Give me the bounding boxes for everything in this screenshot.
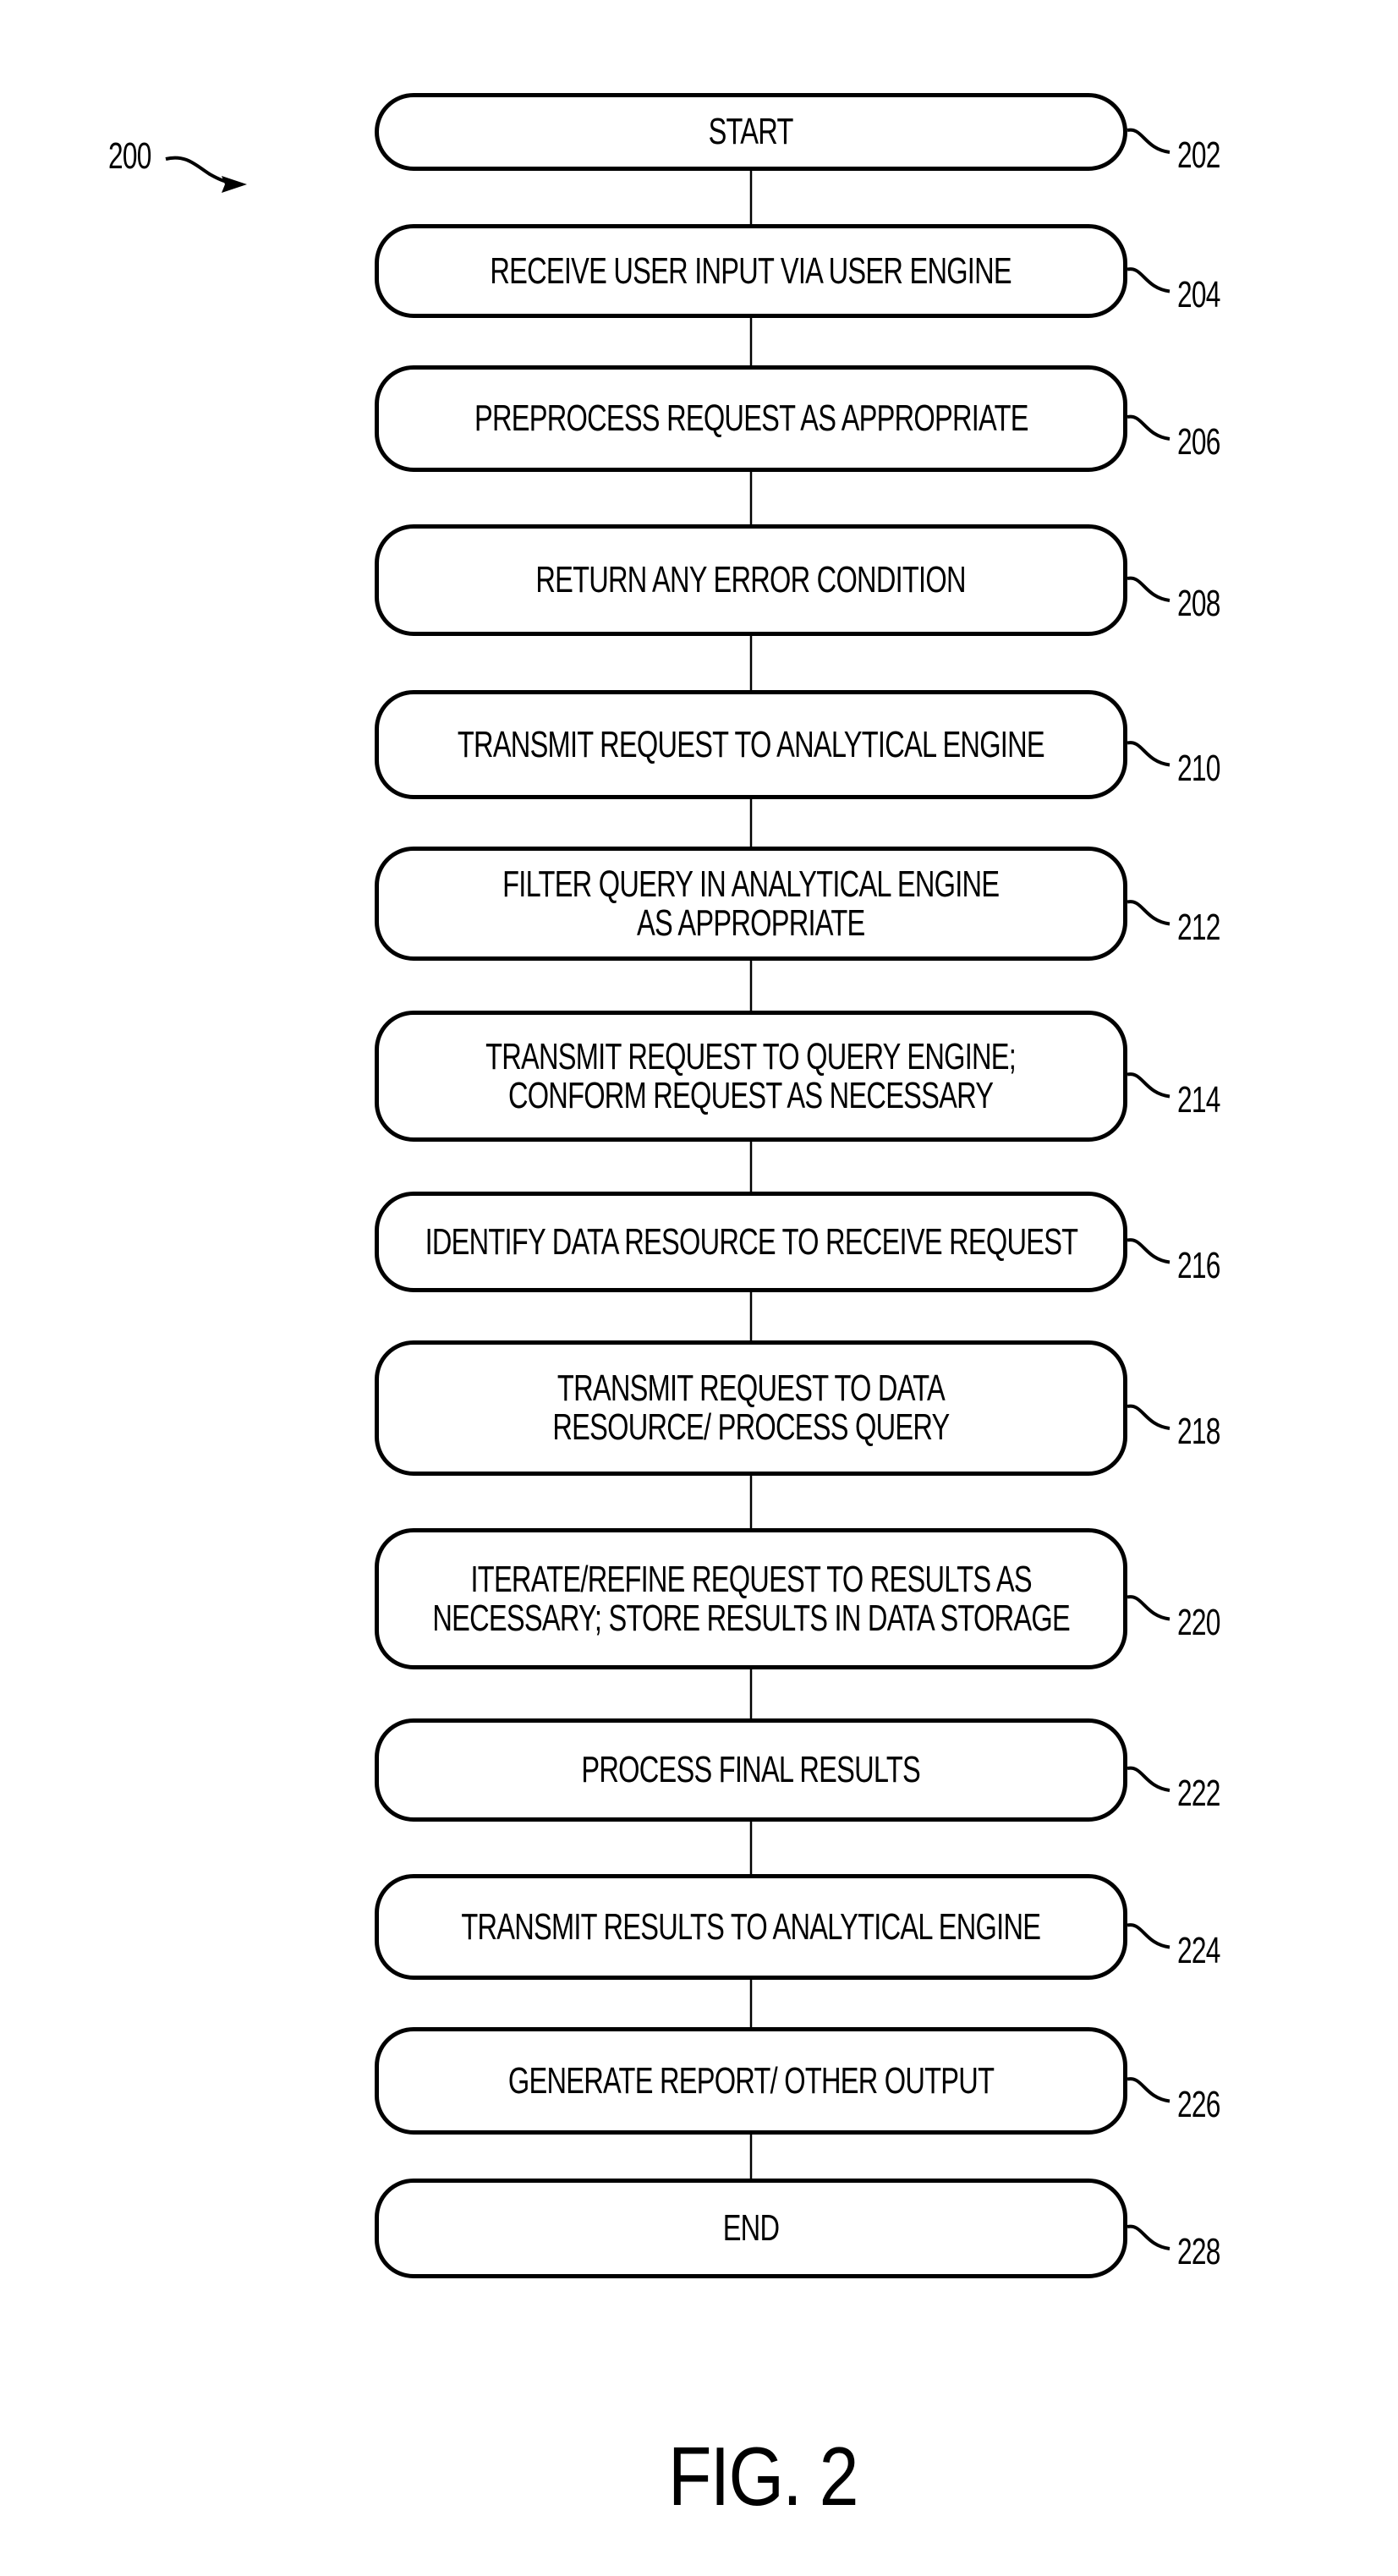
step-text-line: START bbox=[708, 111, 794, 152]
ref-leader-line bbox=[1127, 1238, 1170, 1264]
step-text: GENERATE REPORT/ OTHER OUTPUT bbox=[507, 2059, 995, 2102]
step-text-line: GENERATE REPORT/ OTHER OUTPUT bbox=[507, 2059, 995, 2102]
step-text: PROCESS FINAL RESULTS bbox=[582, 1751, 921, 1789]
step-text-line: RECEIVE USER INPUT VIA USER ENGINE bbox=[490, 249, 1012, 292]
diagram-ref-label: 200 bbox=[108, 135, 151, 177]
ref-leader-line bbox=[1127, 1923, 1170, 1949]
step-text-line: PREPROCESS REQUEST AS APPROPRIATE bbox=[474, 397, 1028, 439]
step-text: END bbox=[723, 2209, 780, 2248]
step-text-line: AS APPROPRIATE bbox=[637, 902, 865, 944]
step-text: TRANSMIT REQUEST TO QUERY ENGINE; CONFORM… bbox=[485, 1035, 1017, 1116]
ref-leader-line bbox=[1127, 1072, 1170, 1099]
step-text-line: TRANSMIT REQUEST TO ANALYTICAL ENGINE bbox=[458, 723, 1045, 765]
step-text-line: TRANSMIT REQUEST TO DATA bbox=[556, 1367, 946, 1409]
step-text: RECEIVE USER INPUT VIA USER ENGINE bbox=[490, 249, 1012, 292]
ref-leader-line bbox=[1127, 128, 1170, 154]
process-step-214: TRANSMIT REQUEST TO QUERY ENGINE; CONFORM… bbox=[375, 1011, 1127, 1142]
step-text-line: RETURN ANY ERROR CONDITION bbox=[535, 559, 967, 600]
process-step-204: RECEIVE USER INPUT VIA USER ENGINE bbox=[375, 224, 1127, 318]
step-ref-number: 226 bbox=[1177, 2083, 1220, 2125]
ref-leader-line bbox=[1127, 2077, 1170, 2103]
step-text: RETURN ANY ERROR CONDITION bbox=[535, 559, 967, 600]
step-text: PREPROCESS REQUEST AS APPROPRIATE bbox=[474, 399, 1028, 438]
step-text-line: TRANSMIT REQUEST TO QUERY ENGINE; bbox=[485, 1035, 1017, 1077]
step-ref-number: 202 bbox=[1177, 134, 1220, 176]
process-step-206: PREPROCESS REQUEST AS APPROPRIATE bbox=[375, 365, 1127, 472]
ref-leader-line bbox=[1127, 267, 1170, 293]
step-ref-number: 218 bbox=[1177, 1411, 1220, 1452]
process-step-210: TRANSMIT REQUEST TO ANALYTICAL ENGINE bbox=[375, 690, 1127, 799]
step-text-line: NECESSARY; STORE RESULTS IN DATA STORAGE bbox=[432, 1597, 1070, 1639]
ref-leader-line bbox=[1127, 900, 1170, 926]
ref-leader-line bbox=[1127, 741, 1170, 767]
ref-leader-line bbox=[1127, 414, 1170, 441]
step-ref-number: 220 bbox=[1177, 1601, 1220, 1643]
process-step-228: END bbox=[375, 2179, 1127, 2278]
step-ref-number: 222 bbox=[1177, 1773, 1220, 1814]
process-step-226: GENERATE REPORT/ OTHER OUTPUT bbox=[375, 2027, 1127, 2135]
process-step-218: TRANSMIT REQUEST TO DATA RESOURCE/ PROCES… bbox=[375, 1340, 1127, 1476]
ref-leader-line bbox=[1127, 576, 1170, 602]
step-ref-number: 228 bbox=[1177, 2231, 1220, 2272]
step-ref-number: 206 bbox=[1177, 421, 1220, 463]
ref-leader-line bbox=[1127, 2224, 1170, 2250]
step-text: FILTER QUERY IN ANALYTICAL ENGINE AS APPR… bbox=[502, 863, 1000, 944]
step-ref-number: 216 bbox=[1177, 1244, 1220, 1286]
arrowhead-icon bbox=[222, 176, 247, 193]
figure-label: FIG. 2 bbox=[668, 2430, 859, 2523]
step-ref-number: 208 bbox=[1177, 583, 1220, 624]
step-ref-number: 210 bbox=[1177, 747, 1220, 789]
step-ref-number: 204 bbox=[1177, 273, 1220, 315]
step-text-line: IDENTIFY DATA RESOURCE TO RECEIVE REQUES… bbox=[425, 1220, 1078, 1263]
step-text: ITERATE/REFINE REQUEST TO RESULTS AS NECE… bbox=[432, 1558, 1070, 1639]
process-step-208: RETURN ANY ERROR CONDITION bbox=[375, 524, 1127, 636]
step-ref-number: 224 bbox=[1177, 1929, 1220, 1971]
step-text-line: TRANSMIT RESULTS TO ANALYTICAL ENGINE bbox=[461, 1905, 1042, 1948]
ref-leader-line bbox=[1127, 1766, 1170, 1792]
ref-leader-line bbox=[1127, 1595, 1170, 1621]
step-text: TRANSMIT REQUEST TO DATA RESOURCE/ PROCES… bbox=[552, 1367, 950, 1448]
process-step-220: ITERATE/REFINE REQUEST TO RESULTS AS NECE… bbox=[375, 1528, 1127, 1669]
process-step-222: PROCESS FINAL RESULTS bbox=[375, 1718, 1127, 1822]
process-step-216: IDENTIFY DATA RESOURCE TO RECEIVE REQUES… bbox=[375, 1192, 1127, 1292]
step-text: START bbox=[708, 111, 794, 152]
step-text-line: FILTER QUERY IN ANALYTICAL ENGINE bbox=[502, 863, 1000, 905]
step-text-line: CONFORM REQUEST AS NECESSARY bbox=[508, 1074, 994, 1116]
step-text-line: RESOURCE/ PROCESS QUERY bbox=[552, 1406, 950, 1448]
process-step-224: TRANSMIT RESULTS TO ANALYTICAL ENGINE bbox=[375, 1874, 1127, 1980]
process-step-212: FILTER QUERY IN ANALYTICAL ENGINE AS APPR… bbox=[375, 847, 1127, 961]
step-text-line: END bbox=[722, 2207, 780, 2249]
flowchart: 200 START RECEIVE USER INPUT VIA USER ENG… bbox=[0, 0, 1398, 2576]
step-ref-number: 212 bbox=[1177, 906, 1220, 948]
step-ref-number: 214 bbox=[1177, 1078, 1220, 1121]
step-text: TRANSMIT REQUEST TO ANALYTICAL ENGINE bbox=[458, 723, 1045, 765]
step-text: TRANSMIT RESULTS TO ANALYTICAL ENGINE bbox=[461, 1905, 1042, 1948]
step-text-line: ITERATE/REFINE REQUEST TO RESULTS AS bbox=[470, 1558, 1032, 1600]
ref-leader-line bbox=[1127, 1404, 1170, 1430]
step-text: IDENTIFY DATA RESOURCE TO RECEIVE REQUES… bbox=[425, 1220, 1078, 1263]
step-text-line: PROCESS FINAL RESULTS bbox=[581, 1749, 921, 1790]
process-step-202: START bbox=[375, 93, 1127, 171]
